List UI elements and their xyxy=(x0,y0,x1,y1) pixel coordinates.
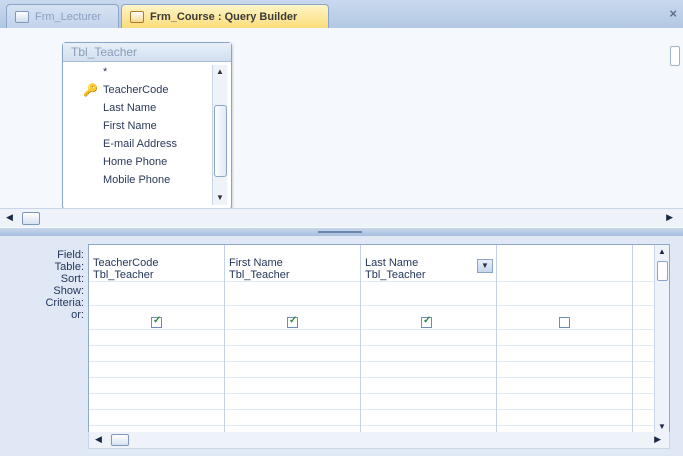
field-cell[interactable] xyxy=(497,257,632,269)
grid-column-4[interactable] xyxy=(497,245,633,433)
table-field-list[interactable]: Tbl_Teacher 🔑 * TeacherCode Last Name Fi… xyxy=(62,42,232,210)
chevron-down-icon[interactable]: ▼ xyxy=(477,259,493,273)
field-item[interactable]: E-mail Address xyxy=(63,135,213,153)
scroll-up-icon[interactable]: ▲ xyxy=(213,65,227,79)
table-cell[interactable]: Tbl_Teacher xyxy=(361,269,496,281)
scroll-down-icon[interactable]: ▼ xyxy=(655,422,669,431)
scroll-thumb[interactable] xyxy=(214,105,227,177)
row-label-show: Show: xyxy=(53,285,84,297)
row-label-field: Field: xyxy=(57,249,84,261)
scroll-right-icon[interactable]: ▶ xyxy=(666,212,673,223)
tab-query-builder[interactable]: Frm_Course : Query Builder xyxy=(121,4,329,28)
query-grid-area: Field: Table: Sort: Show: Criteria: or: … xyxy=(0,236,683,456)
field-item[interactable]: TeacherCode xyxy=(63,81,213,99)
table-cell[interactable]: Tbl_Teacher xyxy=(225,269,360,281)
show-checkbox[interactable] xyxy=(559,317,570,328)
grid-horizontal-scrollbar[interactable]: ◀ ▶ xyxy=(88,432,670,449)
field-cell[interactable]: First Name xyxy=(225,257,360,269)
scroll-right-icon[interactable]: ▶ xyxy=(654,434,661,445)
splitter-grip[interactable] xyxy=(318,231,362,233)
document-tab-bar: Frm_Lecturer Frm_Course : Query Builder … xyxy=(0,0,683,29)
scroll-thumb[interactable] xyxy=(22,212,40,225)
query-icon xyxy=(130,10,144,23)
grid-column-1[interactable]: TeacherCode Tbl_Teacher xyxy=(89,245,225,433)
scroll-thumb[interactable] xyxy=(111,434,129,446)
scroll-left-icon[interactable]: ◀ xyxy=(95,434,102,445)
vertical-scroll-button[interactable] xyxy=(670,46,680,66)
tab-label: Frm_Lecturer xyxy=(35,10,102,23)
scroll-thumb[interactable] xyxy=(657,261,668,281)
field-item[interactable]: Home Phone xyxy=(63,153,213,171)
form-icon xyxy=(15,10,29,23)
field-item[interactable]: Mobile Phone xyxy=(63,171,213,189)
query-design-pane: Tbl_Teacher 🔑 * TeacherCode Last Name Fi… xyxy=(0,28,683,228)
grid-row-labels: Field: Table: Sort: Show: Criteria: or: xyxy=(0,249,84,321)
field-item[interactable]: Last Name xyxy=(63,99,213,117)
close-icon[interactable]: × xyxy=(669,6,677,21)
field-item[interactable]: First Name xyxy=(63,117,213,135)
field-item-all[interactable]: * xyxy=(63,63,213,81)
show-checkbox[interactable] xyxy=(421,315,432,328)
table-cell[interactable] xyxy=(497,269,632,281)
row-label-table: Table: xyxy=(54,261,84,273)
scroll-up-icon[interactable]: ▲ xyxy=(655,247,669,256)
query-design-grid: TeacherCode Tbl_Teacher First Name Tbl_T… xyxy=(88,244,670,434)
grid-column-2[interactable]: First Name Tbl_Teacher xyxy=(225,245,361,433)
show-checkbox[interactable] xyxy=(151,315,162,328)
field-list-scrollbar[interactable]: ▲ ▼ xyxy=(212,65,227,205)
table-cell[interactable]: Tbl_Teacher xyxy=(89,269,224,281)
row-label-sort: Sort: xyxy=(60,273,84,285)
field-list: * TeacherCode Last Name First Name E-mai… xyxy=(63,63,213,189)
row-label-or: or: xyxy=(71,309,84,321)
table-title: Tbl_Teacher xyxy=(63,43,231,62)
field-cell[interactable]: TeacherCode xyxy=(89,257,224,269)
pane-splitter[interactable] xyxy=(0,228,683,236)
show-checkbox[interactable] xyxy=(287,315,298,328)
design-horizontal-scrollbar[interactable]: ◀ ▶ xyxy=(0,208,683,227)
grid-column-3[interactable]: Last Name Tbl_Teacher ▼ xyxy=(361,245,497,433)
row-label-criteria: Criteria: xyxy=(45,297,84,309)
tab-label: Frm_Course : Query Builder xyxy=(150,10,298,23)
scroll-down-icon[interactable]: ▼ xyxy=(213,191,227,205)
field-cell[interactable]: Last Name xyxy=(361,257,496,269)
scroll-left-icon[interactable]: ◀ xyxy=(6,212,13,223)
grid-vertical-scrollbar[interactable]: ▲ ▼ xyxy=(654,245,669,433)
tab-frm-lecturer[interactable]: Frm_Lecturer xyxy=(6,4,119,28)
